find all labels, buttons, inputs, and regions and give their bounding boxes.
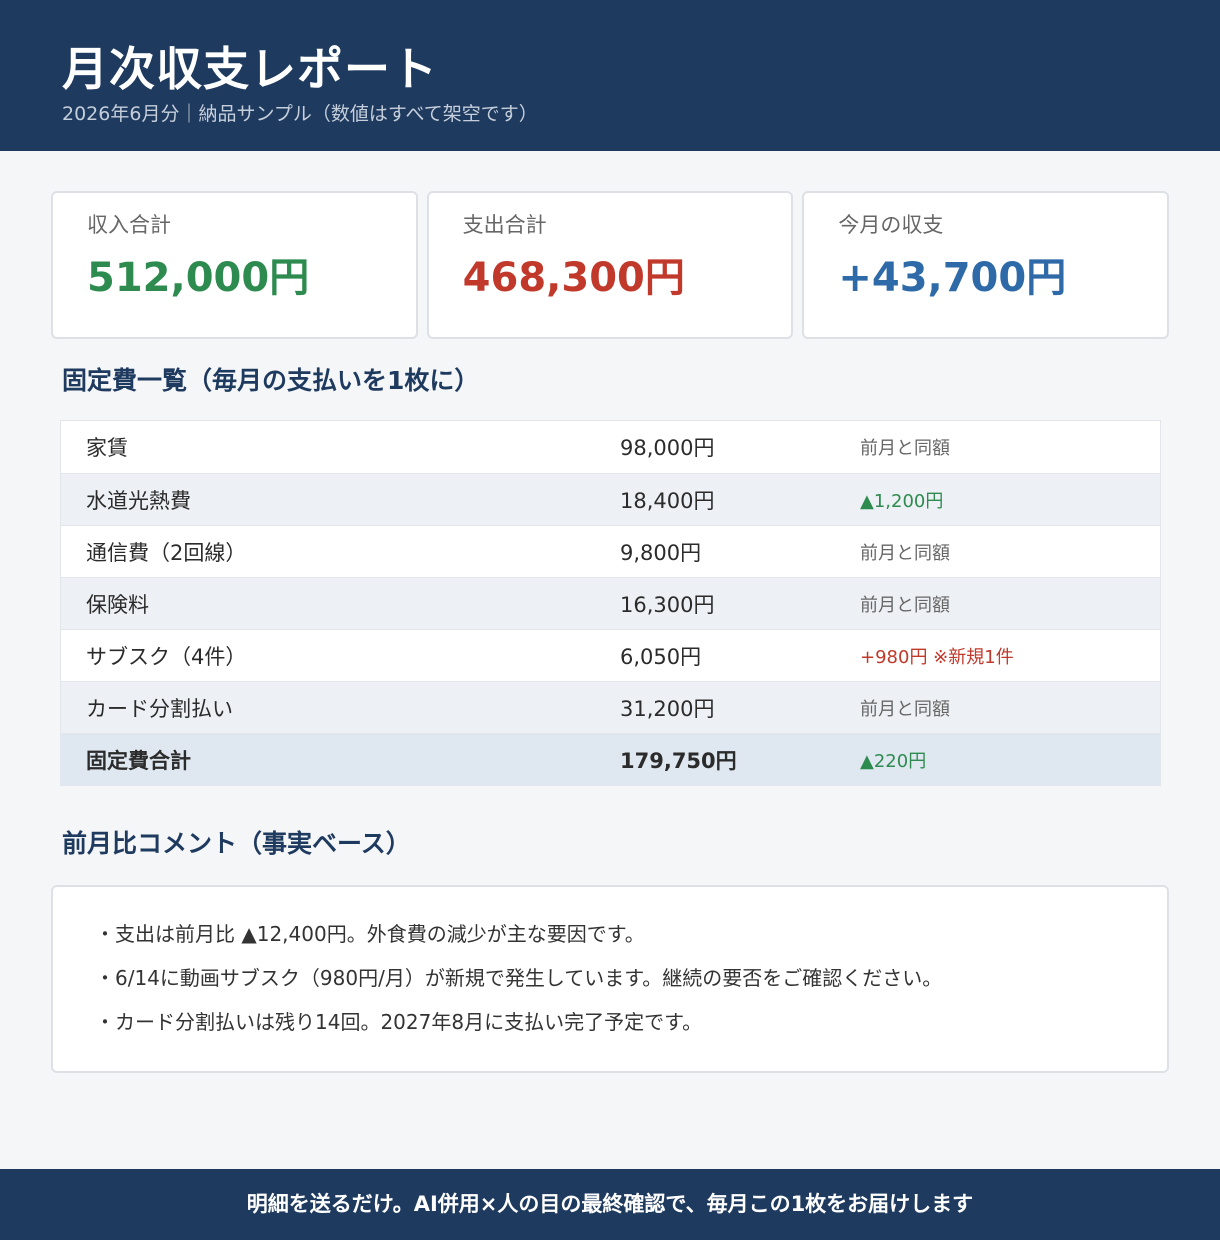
income-card: 収入合計 512,000円 xyxy=(51,191,418,339)
comment-line: ・6/14に動画サブスク（980円/月）が新規で発生しています。継続の要否をご確… xyxy=(95,966,943,990)
row-amount: 31,200円 xyxy=(620,696,715,721)
table-row: 家賃 98,000円 前月と同額 xyxy=(61,421,1160,473)
comments-box: ・支出は前月比 ▲12,400円。外食費の減少が主な要因です。 ・6/14に動画… xyxy=(51,885,1169,1073)
balance-card: 今月の収支 +43,700円 xyxy=(802,191,1170,339)
page-subtitle: 2026年6月分｜納品サンプル（数値はすべて架空です） xyxy=(62,103,538,125)
row-note: +980円 ※新規1件 xyxy=(860,646,1014,668)
total-amount: 179,750円 xyxy=(620,748,737,773)
table-total-row: 固定費合計 179,750円 ▲220円 xyxy=(61,733,1160,785)
income-value: 512,000円 xyxy=(87,255,310,301)
table-row: 水道光熱費 18,400円 ▲1,200円 xyxy=(61,473,1160,525)
table-row: カード分割払い 31,200円 前月と同額 xyxy=(61,681,1160,733)
row-name: 保険料 xyxy=(86,592,149,617)
comment-line: ・支出は前月比 ▲12,400円。外食費の減少が主な要因です。 xyxy=(95,922,645,946)
comments-title: 前月比コメント（事実ベース） xyxy=(62,829,411,858)
row-amount: 98,000円 xyxy=(620,436,715,460)
fixed-costs-table: 家賃 98,000円 前月と同額 水道光熱費 18,400円 ▲1,200円 通… xyxy=(60,420,1161,786)
total-note: ▲220円 xyxy=(860,750,927,772)
row-note: 前月と同額 xyxy=(860,594,950,616)
report-header: 月次収支レポート 2026年6月分｜納品サンプル（数値はすべて架空です） xyxy=(0,0,1220,151)
comment-line: ・カード分割払いは残り14回。2027年8月に支払い完了予定です。 xyxy=(95,1010,703,1034)
row-name: サブスク（4件） xyxy=(86,644,247,669)
balance-value: +43,700円 xyxy=(838,255,1067,301)
row-amount: 9,800円 xyxy=(620,540,702,565)
expense-card: 支出合計 468,300円 xyxy=(426,191,794,339)
row-name: 家賃 xyxy=(86,436,128,460)
expense-label: 支出合計 xyxy=(462,213,547,237)
page-title: 月次収支レポート xyxy=(62,42,438,96)
row-note: ▲1,200円 xyxy=(860,490,944,512)
footer-banner: 明細を送るだけ。AI併用×人の目の最終確認で、毎月この1枚をお届けします xyxy=(0,1169,1220,1240)
table-row: 保険料 16,300円 前月と同額 xyxy=(61,577,1160,629)
expense-value: 468,300円 xyxy=(462,255,685,301)
row-name: カード分割払い xyxy=(86,696,233,721)
row-amount: 6,050円 xyxy=(620,644,702,669)
row-amount: 18,400円 xyxy=(620,488,715,513)
row-note: 前月と同額 xyxy=(860,438,950,459)
income-label: 収入合計 xyxy=(87,213,171,237)
table-row: サブスク（4件） 6,050円 +980円 ※新規1件 xyxy=(61,629,1160,681)
fixed-costs-title: 固定費一覧（毎月の支払いを1枚に） xyxy=(62,366,480,395)
table-row: 通信費（2回線） 9,800円 前月と同額 xyxy=(61,525,1160,577)
row-note: 前月と同額 xyxy=(860,542,950,564)
balance-label: 今月の収支 xyxy=(838,213,944,237)
row-name: 水道光熱費 xyxy=(86,488,191,513)
row-note: 前月と同額 xyxy=(860,698,950,720)
row-name: 通信費（2回線） xyxy=(86,540,247,565)
row-amount: 16,300円 xyxy=(620,592,715,617)
summary-cards: 収入合計 512,000円 支出合計 468,300円 今月の収支 +43,70… xyxy=(51,191,1170,339)
total-name: 固定費合計 xyxy=(86,748,191,773)
